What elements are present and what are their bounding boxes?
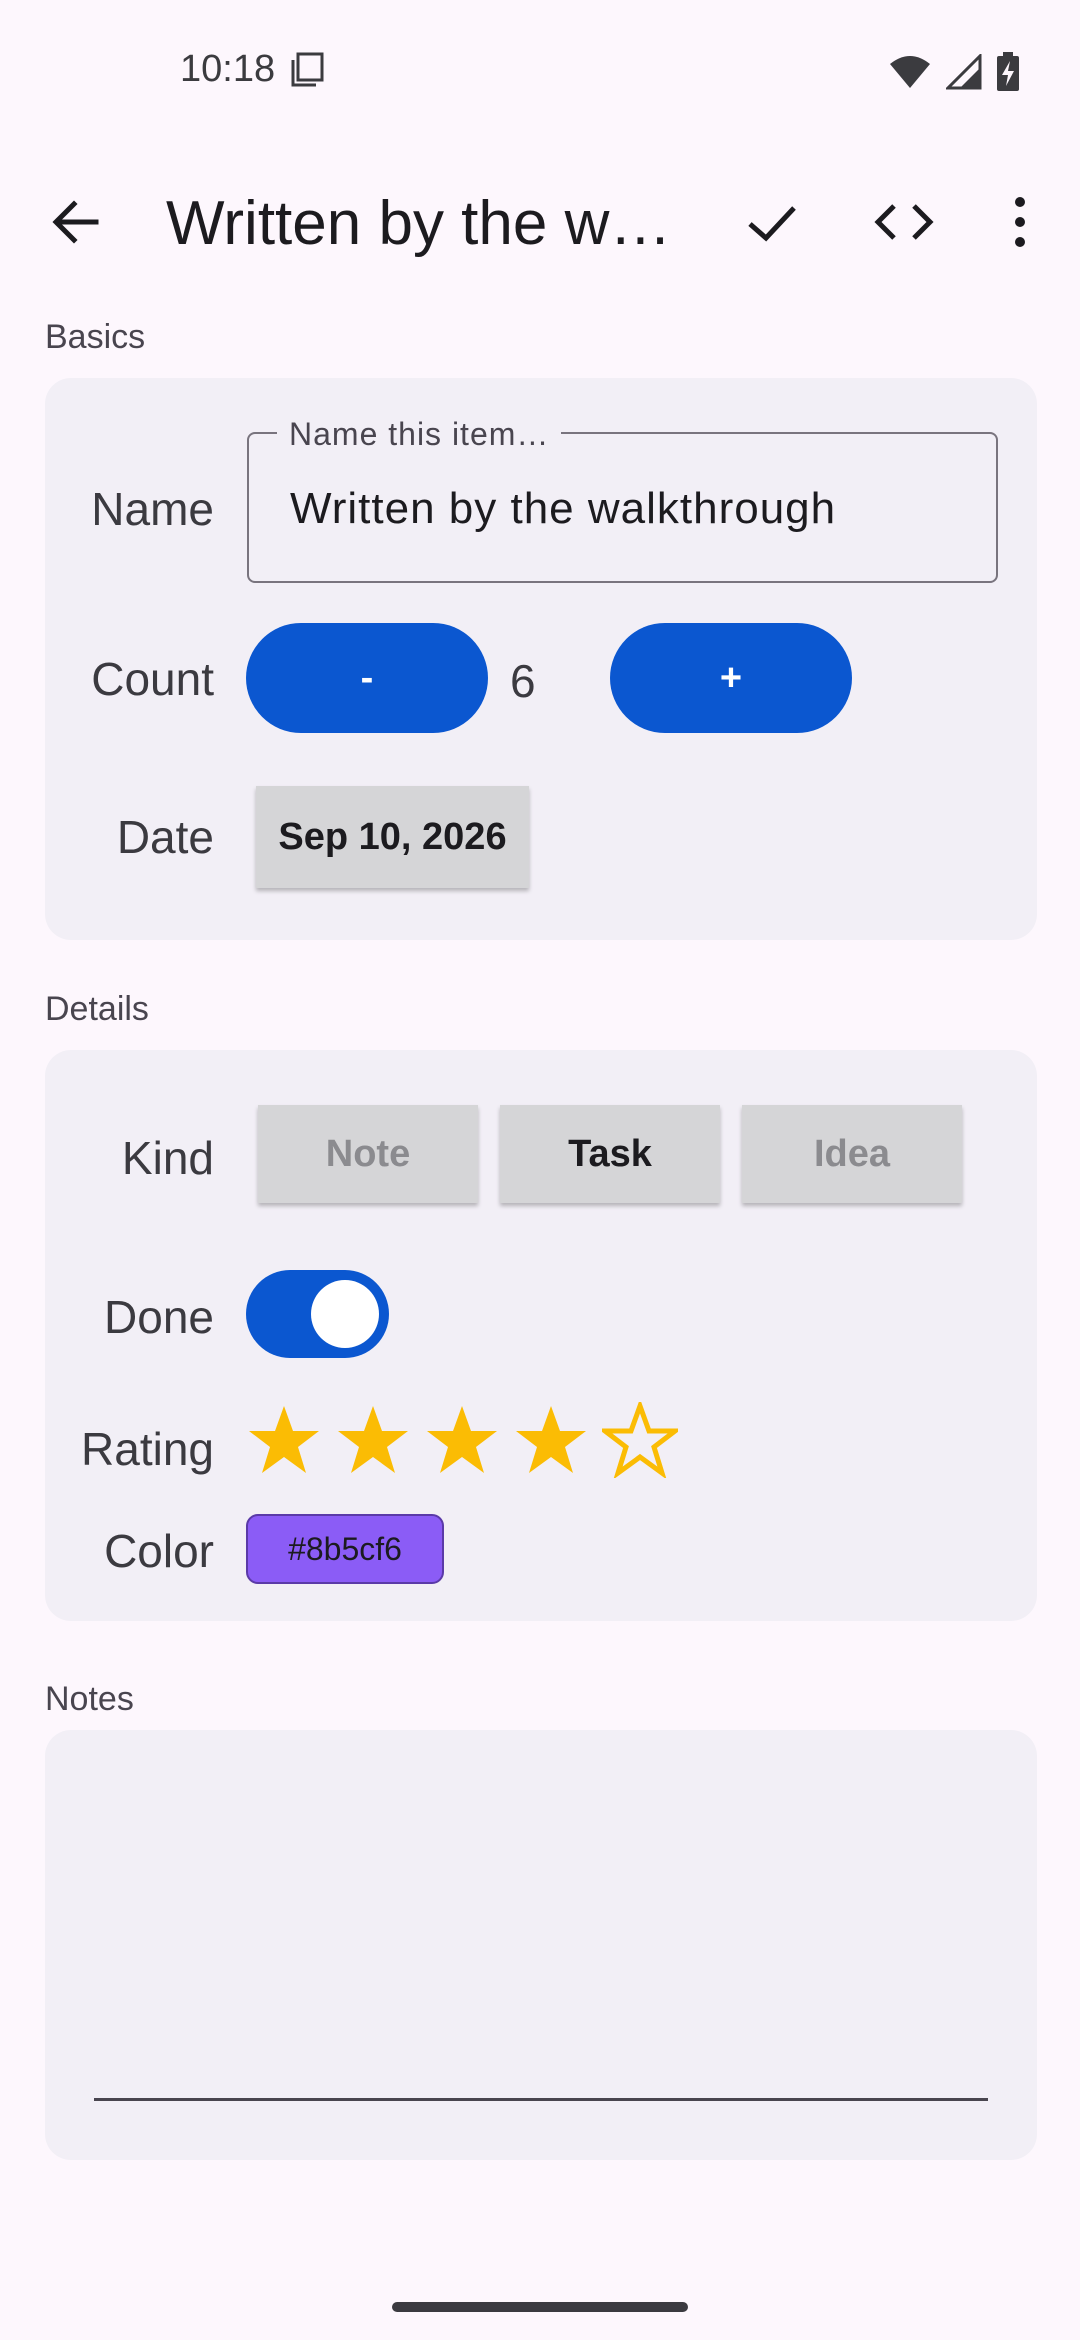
name-input-value[interactable]: Written by the walkthrough: [290, 484, 836, 534]
name-field-label: Name this item…: [277, 416, 562, 453]
star-outline-icon[interactable]: [602, 1402, 678, 1478]
toggle-knob: [311, 1280, 379, 1348]
color-swatch-button[interactable]: #8b5cf6: [246, 1514, 444, 1584]
star-filled-icon[interactable]: [246, 1402, 322, 1478]
notes-input-underline: [94, 2098, 988, 2101]
save-check-icon[interactable]: [740, 190, 804, 254]
section-label-notes: Notes: [45, 1680, 134, 1718]
screenshot-notification-icon: [291, 52, 324, 87]
code-icon[interactable]: [872, 190, 936, 254]
count-label: Count: [91, 653, 214, 705]
date-picker-button[interactable]: Sep 10, 2026: [256, 786, 529, 888]
done-label: Done: [104, 1291, 214, 1343]
rating-label: Rating: [81, 1423, 214, 1475]
battery-charging-icon: [997, 52, 1019, 91]
signal-icon: [946, 54, 982, 90]
section-label-basics: Basics: [45, 318, 146, 356]
home-indicator[interactable]: [392, 2302, 688, 2312]
section-label-details: Details: [45, 990, 149, 1028]
star-filled-icon[interactable]: [424, 1402, 500, 1478]
name-label: Name: [91, 483, 214, 535]
increment-button[interactable]: +: [610, 623, 852, 733]
notes-card[interactable]: [45, 1730, 1037, 2160]
decrement-button[interactable]: -: [246, 623, 488, 733]
count-value: 6: [510, 655, 536, 707]
kind-option-idea[interactable]: Idea: [742, 1105, 962, 1203]
color-label: Color: [104, 1525, 214, 1577]
done-toggle[interactable]: [246, 1270, 389, 1358]
kind-label: Kind: [121, 1132, 214, 1184]
more-vert-icon[interactable]: [1000, 190, 1040, 254]
star-filled-icon[interactable]: [513, 1402, 589, 1478]
status-icons: [888, 52, 1020, 92]
kind-option-task[interactable]: Task: [500, 1105, 720, 1203]
wifi-icon: [890, 56, 930, 88]
status-time: 10:18: [180, 48, 276, 90]
star-filled-icon[interactable]: [335, 1402, 411, 1478]
back-arrow-icon[interactable]: [44, 190, 108, 254]
page-title: Written by the walkthrough: [166, 189, 696, 258]
kind-option-note[interactable]: Note: [258, 1105, 478, 1203]
date-label: Date: [116, 811, 214, 863]
